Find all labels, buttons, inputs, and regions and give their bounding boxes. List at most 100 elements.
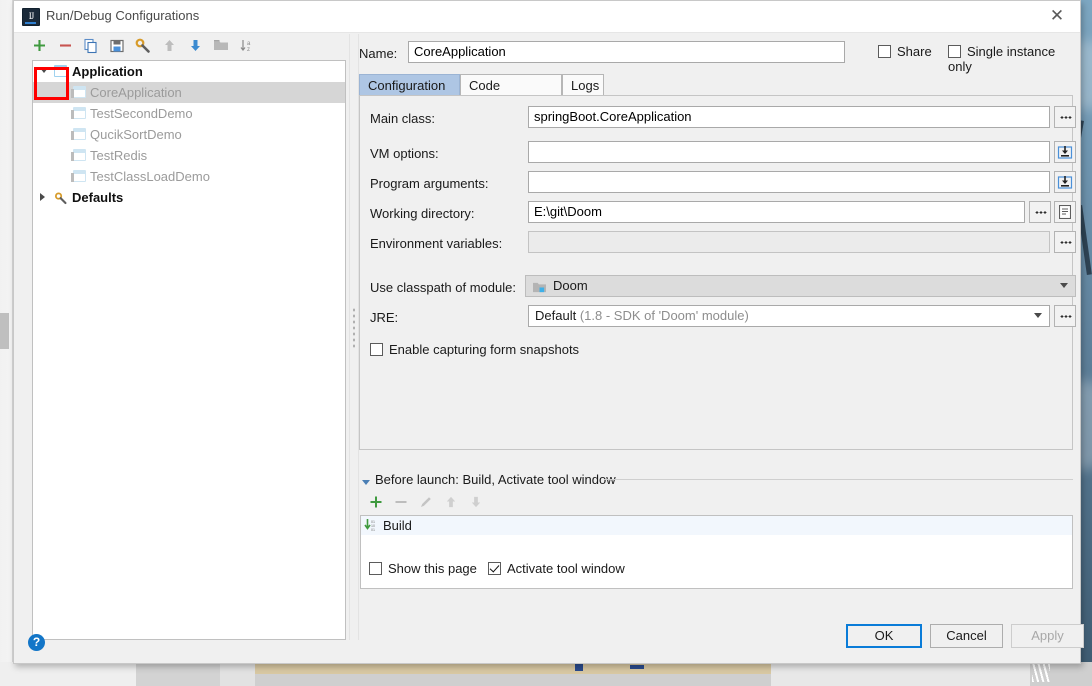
ok-button[interactable]: OK bbox=[846, 624, 922, 648]
move-into-folder-icon[interactable] bbox=[209, 34, 233, 58]
background-window bbox=[220, 662, 255, 686]
program-arguments-label: Program arguments: bbox=[370, 176, 489, 191]
tree-node-testredis[interactable]: TestRedis bbox=[33, 145, 345, 166]
main-class-label: Main class: bbox=[370, 111, 436, 126]
tab-logs[interactable]: Logs bbox=[562, 74, 604, 96]
show-this-page-checkbox[interactable]: Show this page bbox=[369, 561, 477, 576]
sort-alphabetically-icon[interactable]: a z bbox=[235, 34, 259, 58]
tab-code-coverage[interactable]: Code Coverage bbox=[460, 74, 562, 114]
tab-configuration[interactable]: Configuration bbox=[359, 74, 460, 96]
move-task-up-button[interactable] bbox=[440, 491, 462, 513]
add-task-button[interactable] bbox=[365, 491, 387, 513]
name-input[interactable]: CoreApplication bbox=[408, 41, 845, 63]
working-directory-label: Working directory: bbox=[370, 206, 475, 221]
background-windows-strip bbox=[0, 662, 1092, 686]
configurations-toolbar: a z bbox=[21, 34, 346, 58]
chevron-right-icon[interactable] bbox=[39, 193, 48, 202]
enable-form-snapshots-checkbox[interactable]: Enable capturing form snapshots bbox=[370, 342, 579, 357]
ellipsis-icon bbox=[1060, 241, 1072, 244]
working-directory-input[interactable]: E:\git\Doom bbox=[528, 201, 1025, 223]
before-launch-collapse-icon[interactable] bbox=[362, 478, 371, 487]
vm-options-input[interactable] bbox=[528, 141, 1050, 163]
move-down-button[interactable] bbox=[183, 34, 207, 58]
use-classpath-value: Doom bbox=[553, 278, 588, 293]
chevron-down-icon[interactable] bbox=[39, 67, 48, 76]
move-up-button[interactable] bbox=[157, 34, 181, 58]
splitter-grip-icon[interactable] bbox=[352, 307, 356, 349]
program-arguments-input[interactable] bbox=[528, 171, 1050, 193]
tree-node-label: CoreApplication bbox=[90, 85, 182, 100]
remove-task-button[interactable] bbox=[390, 491, 412, 513]
background-hatch-marker bbox=[1032, 664, 1050, 682]
environment-variables-input[interactable] bbox=[528, 231, 1050, 253]
remove-configuration-button[interactable] bbox=[53, 34, 77, 58]
activate-tool-window-label: Activate tool window bbox=[507, 561, 625, 576]
jre-hint: (1.8 - SDK of 'Doom' module) bbox=[579, 308, 749, 323]
configurations-left-pane: a z Application CoreApplication TestSeco… bbox=[21, 34, 346, 640]
single-instance-only-checkbox[interactable]: Single instance only bbox=[948, 44, 1073, 74]
tree-node-coreapplication[interactable]: CoreApplication bbox=[33, 82, 345, 103]
checkbox-box[interactable] bbox=[948, 45, 961, 58]
share-checkbox[interactable]: Share bbox=[878, 44, 932, 59]
ellipsis-icon bbox=[1035, 211, 1047, 214]
main-class-input[interactable]: springBoot.CoreApplication bbox=[528, 106, 1050, 128]
ellipsis-icon bbox=[1060, 116, 1072, 119]
use-classpath-combo[interactable]: Doom bbox=[525, 275, 1076, 297]
tree-node-testclassloaddemo[interactable]: TestClassLoadDemo bbox=[33, 166, 345, 187]
checkbox-box[interactable] bbox=[369, 562, 382, 575]
help-button[interactable]: ? bbox=[28, 634, 45, 651]
main-class-browse-button[interactable] bbox=[1054, 106, 1076, 128]
checkbox-box[interactable] bbox=[878, 45, 891, 58]
svg-text:z: z bbox=[247, 47, 250, 53]
move-task-down-button[interactable] bbox=[465, 491, 487, 513]
list-item-label: Build bbox=[383, 518, 412, 533]
checkbox-box[interactable] bbox=[370, 343, 383, 356]
before-launch-task-list[interactable]: 01 10 01 Build bbox=[360, 515, 1073, 589]
activate-tool-window-checkbox[interactable]: Activate tool window bbox=[488, 561, 625, 576]
intellij-idea-icon: IJ bbox=[22, 8, 40, 26]
working-directory-macros-button[interactable] bbox=[1054, 201, 1076, 223]
program-arguments-expand-button[interactable] bbox=[1054, 171, 1076, 193]
tree-node-application[interactable]: Application bbox=[33, 61, 345, 82]
copy-configuration-button[interactable] bbox=[79, 34, 103, 58]
tree-node-label: TestClassLoadDemo bbox=[90, 169, 210, 184]
edit-task-pencil-icon[interactable] bbox=[415, 491, 437, 513]
configurations-tree[interactable]: Application CoreApplication TestSecondDe… bbox=[32, 60, 346, 640]
add-configuration-button[interactable] bbox=[27, 34, 51, 58]
enable-form-snapshots-label: Enable capturing form snapshots bbox=[389, 342, 580, 357]
jre-browse-button[interactable] bbox=[1054, 305, 1076, 327]
chevron-down-icon[interactable] bbox=[1034, 313, 1042, 321]
scrollbar-thumb[interactable] bbox=[0, 313, 9, 349]
checkbox-box[interactable] bbox=[488, 562, 501, 575]
application-config-icon bbox=[71, 128, 86, 140]
tree-node-qucksortdemo[interactable]: QucikSortDemo bbox=[33, 124, 345, 145]
working-directory-browse-button[interactable] bbox=[1029, 201, 1051, 223]
jre-combo[interactable]: Default (1.8 - SDK of 'Doom' module) bbox=[528, 305, 1050, 327]
background-marker bbox=[630, 665, 644, 669]
tree-node-label: TestRedis bbox=[90, 148, 148, 163]
jre-value: Default bbox=[535, 308, 577, 323]
jre-label: JRE: bbox=[370, 310, 399, 325]
tree-node-testseconddemo[interactable]: TestSecondDemo bbox=[33, 103, 345, 124]
defaults-wrench-icon bbox=[54, 191, 68, 205]
before-launch-title: Before launch: Build, Activate tool wind… bbox=[375, 472, 616, 487]
cancel-button[interactable]: Cancel bbox=[930, 624, 1003, 648]
application-config-icon bbox=[71, 170, 86, 182]
svg-text:01: 01 bbox=[371, 528, 375, 532]
tree-node-defaults[interactable]: Defaults bbox=[33, 187, 345, 208]
close-icon[interactable]: ✕ bbox=[1044, 4, 1070, 28]
single-instance-label: Single instance only bbox=[948, 44, 1056, 74]
pane-splitter[interactable] bbox=[349, 34, 359, 640]
configuration-editor-pane: Name: CoreApplication Share Single insta… bbox=[359, 34, 1076, 640]
chevron-down-icon[interactable] bbox=[1060, 283, 1068, 291]
tree-node-label: TestSecondDemo bbox=[90, 106, 193, 121]
vm-options-expand-button[interactable] bbox=[1054, 141, 1076, 163]
vm-options-label: VM options: bbox=[370, 146, 439, 161]
background-window bbox=[136, 662, 221, 686]
save-configuration-button[interactable] bbox=[105, 34, 129, 58]
environment-variables-browse-button[interactable] bbox=[1054, 231, 1076, 253]
edit-defaults-wrench-icon[interactable] bbox=[131, 34, 155, 58]
list-item[interactable]: 01 10 01 Build bbox=[361, 516, 1072, 535]
tree-node-label: Defaults bbox=[72, 190, 124, 205]
application-group-icon bbox=[54, 65, 67, 77]
